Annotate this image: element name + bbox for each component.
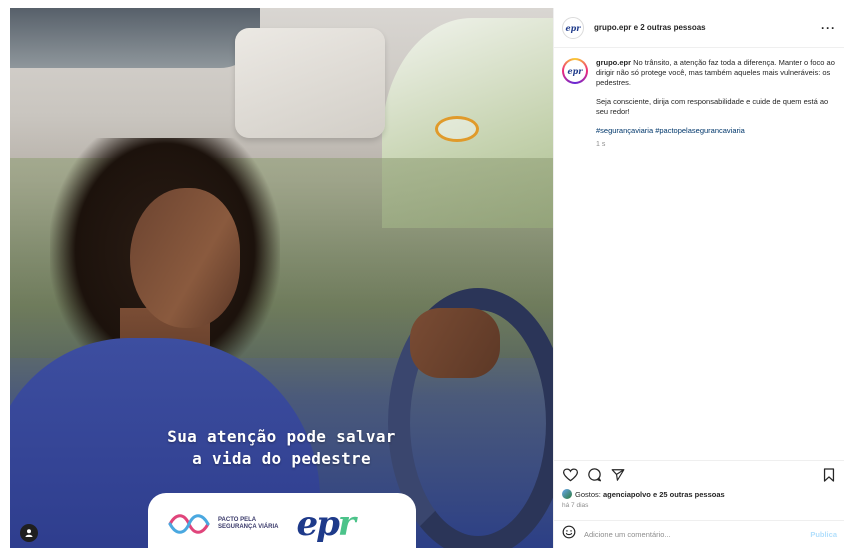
pacto-logo-line2: SEGURANÇA VIÁRIA xyxy=(218,524,279,530)
post-header: epr grupo.epr e 2 outras pessoas ··· xyxy=(554,8,844,48)
likes-summary: Gostos: agenciapolvo e 25 outras pessoas xyxy=(562,489,725,499)
account-name[interactable]: grupo.epr xyxy=(594,23,631,32)
logo-card: PACTO PELA SEGURANÇA VIÁRIA epr xyxy=(148,493,416,548)
tagged-users-icon[interactable] xyxy=(20,524,38,542)
liker-name[interactable]: agenciapolvo xyxy=(603,490,651,499)
post-image[interactable]: Sua atenção pode salvar a vida do pedest… xyxy=(10,8,553,548)
caption-paragraph2: Seja consciente, dirija com responsabili… xyxy=(596,97,829,116)
likes-prefix: Gostos: xyxy=(575,489,601,499)
bookmark-icon[interactable] xyxy=(821,467,837,483)
woman-face xyxy=(130,188,240,328)
pacto-logo-mark xyxy=(168,514,210,534)
post-headline-line1: Sua atenção pode salvar xyxy=(167,427,396,446)
epr-logo: epr xyxy=(296,504,355,544)
post-actions xyxy=(554,460,844,488)
send-icon[interactable] xyxy=(610,467,626,483)
comment-icon[interactable] xyxy=(586,467,602,483)
caption-time: 1 s xyxy=(596,141,606,148)
post-headline-line2: a vida do pedestre xyxy=(192,449,371,468)
pacto-logo-line1: PACTO PELA xyxy=(218,517,257,523)
caption-hashtags[interactable]: #segurançaviaria #pactopelasegurancaviar… xyxy=(596,126,836,136)
windshield-sticker xyxy=(435,116,479,142)
emoji-icon[interactable] xyxy=(562,525,576,544)
comment-input[interactable] xyxy=(584,530,811,539)
publish-button[interactable]: Publica xyxy=(810,530,837,539)
caption-block: epr grupo.epr No trânsito, a atenção faz… xyxy=(554,48,844,150)
caption-avatar[interactable]: epr xyxy=(562,58,588,84)
liker-avatar[interactable] xyxy=(562,489,572,499)
post-author: grupo.epr e 2 outras pessoas xyxy=(594,23,821,32)
caption-paragraph1: No trânsito, a atenção faz toda a difere… xyxy=(596,58,835,87)
caption: grupo.epr No trânsito, a atenção faz tod… xyxy=(596,58,836,150)
post-age: há 7 dias xyxy=(562,502,589,509)
more-horizontal-icon[interactable]: ··· xyxy=(821,21,836,35)
comment-bar: Publica xyxy=(554,520,844,548)
woman-hand xyxy=(410,308,500,378)
likes-others[interactable]: e 25 outras pessoas xyxy=(653,490,725,499)
car-sunroof xyxy=(10,8,260,68)
account-avatar[interactable]: epr xyxy=(562,16,584,39)
caption-username[interactable]: grupo.epr xyxy=(596,58,631,67)
sun-visor xyxy=(235,28,385,138)
post-side-panel: epr grupo.epr e 2 outras pessoas ··· epr… xyxy=(553,8,844,548)
collaborators-link[interactable]: e 2 outras pessoas xyxy=(634,23,706,32)
pacto-logo: PACTO PELA SEGURANÇA VIÁRIA xyxy=(166,511,278,537)
heart-icon[interactable] xyxy=(562,467,578,483)
post-headline: Sua atenção pode salvar a vida do pedest… xyxy=(10,426,553,470)
